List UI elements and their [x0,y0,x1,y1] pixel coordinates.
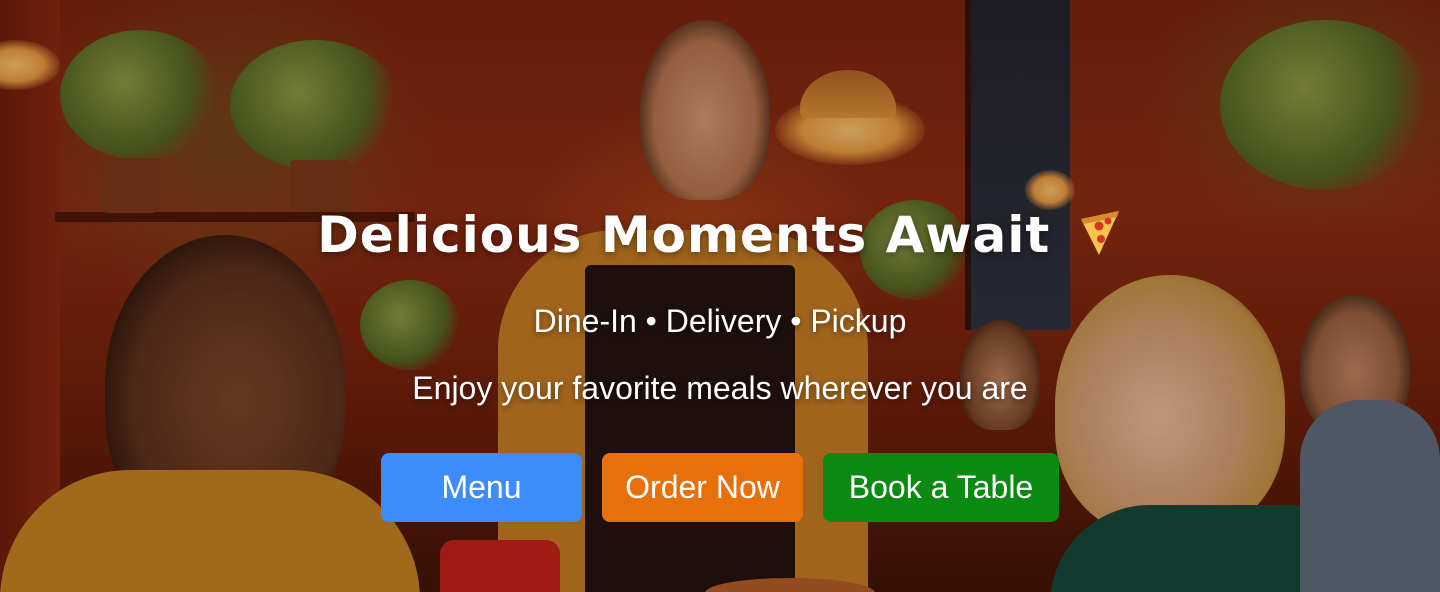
hero-title-text: Delicious Moments Await [317,206,1051,264]
menu-button[interactable]: Menu [381,453,582,522]
hero-content: Delicious Moments Await Dine-In • Delive… [0,0,1440,592]
hero-title: Delicious Moments Await [0,206,1440,269]
cta-button-group: Menu Order Now Book a Table [0,453,1440,522]
book-table-button[interactable]: Book a Table [823,453,1059,522]
service-options: Dine-In • Delivery • Pickup [533,303,907,339]
order-now-button[interactable]: Order Now [602,453,803,522]
hero-section: Delicious Moments Await Dine-In • Delive… [0,0,1440,592]
pizza-icon [1077,209,1123,269]
hero-tagline: Enjoy your favorite meals wherever you a… [412,370,1028,406]
